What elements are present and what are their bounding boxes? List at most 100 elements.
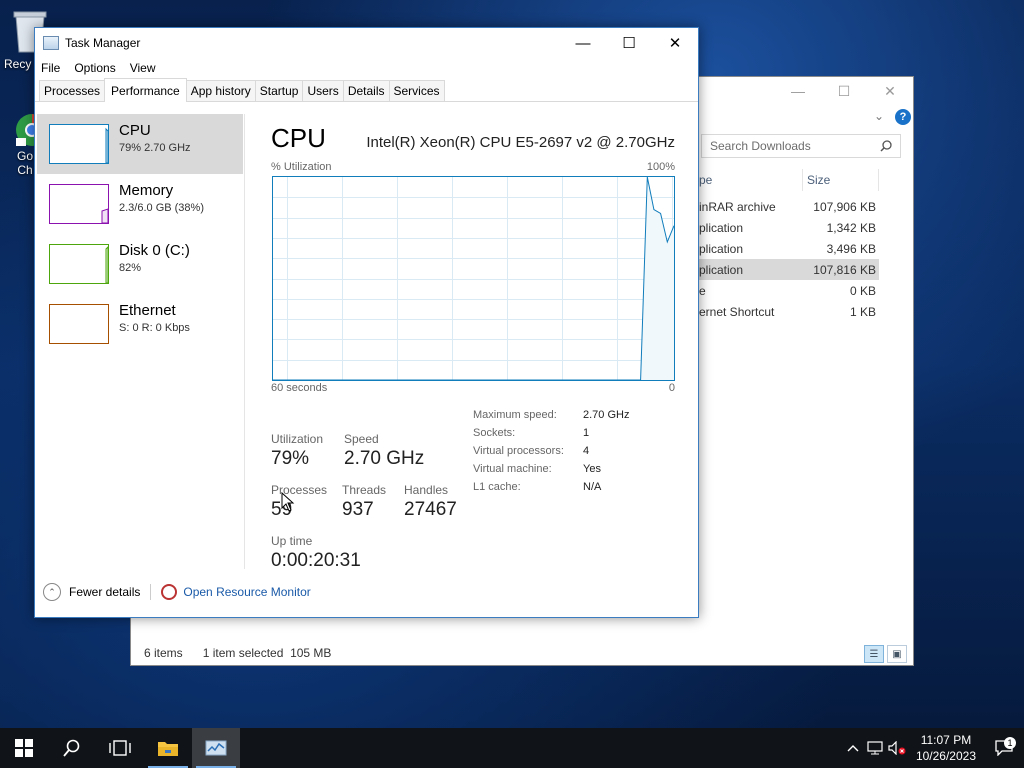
chevron-up-icon[interactable]: ⌃ (43, 583, 61, 601)
taskbar: 11:07 PM 10/26/2023 1 (0, 728, 1024, 768)
chevron-up-icon[interactable] (842, 744, 864, 752)
search-button[interactable] (48, 728, 96, 768)
volume-muted-icon[interactable] (886, 741, 908, 755)
file-row[interactable]: e 0 KB (699, 280, 879, 301)
memory-thumbnail (49, 184, 109, 224)
spec-key: L1 cache: (473, 481, 521, 493)
cpu-specs: Maximum speed: 2.70 GHz Sockets: 1 Virtual… (473, 406, 629, 496)
resource-list: CPU 79% 2.70 GHz Memory 2.3/6.0 GB (38%)… (35, 114, 245, 569)
stat-label: Threads (342, 483, 387, 497)
task-manager-window[interactable]: Task Manager — ☐ ✕ File Options View Pro… (34, 27, 699, 618)
open-resource-monitor-link[interactable]: Open Resource Monitor (183, 585, 310, 599)
stat-handles: Handles 27467 (404, 483, 457, 521)
column-headers: pe Size (699, 169, 879, 191)
start-button[interactable] (0, 728, 48, 768)
minimize-icon[interactable]: — (775, 77, 821, 105)
close-icon[interactable]: ✕ (652, 28, 698, 58)
clock[interactable]: 11:07 PM 10/26/2023 (916, 732, 976, 764)
details-view-icon[interactable]: ☰ (864, 645, 884, 663)
spec-row: Virtual machine: Yes (473, 460, 629, 478)
stat-label: Up time (271, 534, 313, 548)
file-size: 0 KB (849, 283, 876, 298)
tab-processes[interactable]: Processes (39, 80, 106, 101)
stat-value: 59 (271, 499, 293, 520)
cpu-detail-panel: CPU Intel(R) Xeon(R) CPU E5-2697 v2 @ 2.… (271, 114, 691, 571)
file-row[interactable]: inRAR archive 107,906 KB (699, 196, 879, 217)
cpu-graph-svg (273, 177, 674, 380)
resource-name: Disk 0 (C:) (119, 242, 190, 259)
task-view-icon (109, 740, 131, 756)
resource-disk[interactable]: Disk 0 (C:) 82% (37, 234, 243, 294)
stat-label: Handles (404, 483, 449, 497)
window-title: Task Manager (65, 36, 141, 50)
file-row[interactable]: ernet Shortcut 1 KB (699, 301, 879, 322)
search-icon (880, 140, 892, 152)
explorer-status-bar: 6 items 1 item selected 105 MB (131, 641, 913, 665)
task-manager-taskbar-button[interactable] (192, 728, 240, 768)
cpu-utilization-graph (272, 176, 675, 381)
tab-users[interactable]: Users (302, 80, 344, 101)
file-type: plication (699, 220, 744, 235)
tab-details[interactable]: Details (342, 80, 390, 101)
fewer-details-button[interactable]: Fewer details (69, 585, 140, 599)
menu-view[interactable]: View (130, 61, 156, 75)
minimize-icon[interactable]: — (560, 28, 606, 58)
search-input[interactable]: Search Downloads (701, 134, 901, 158)
file-type: plication (699, 262, 744, 277)
file-row[interactable]: plication 3,496 KB (699, 238, 879, 259)
spec-key: Maximum speed: (473, 409, 557, 421)
stat-value: 79% (271, 448, 310, 469)
menu-bar: File Options View (35, 58, 698, 78)
notification-count-badge: 1 (1004, 737, 1016, 749)
column-size[interactable]: Size (803, 169, 879, 191)
spec-value: 1 (583, 427, 590, 439)
file-row-selected[interactable]: plication 107,816 KB (699, 259, 879, 280)
resource-detail: 82% (119, 262, 142, 274)
tab-services[interactable]: Services (388, 80, 445, 101)
network-icon[interactable] (864, 741, 886, 755)
resource-name: Ethernet (119, 302, 176, 319)
spec-row: Maximum speed: 2.70 GHz (473, 406, 629, 424)
spec-value: 4 (583, 445, 590, 457)
help-icon[interactable]: ? (895, 109, 911, 125)
mouse-cursor-icon (281, 492, 295, 512)
column-type[interactable]: pe (699, 169, 803, 191)
file-size: 1,342 KB (826, 220, 876, 235)
file-explorer-taskbar-button[interactable] (144, 728, 192, 768)
maximize-icon[interactable]: ☐ (821, 77, 867, 105)
large-icons-view-icon[interactable]: ▣ (887, 645, 907, 663)
file-row[interactable]: plication 1,342 KB (699, 217, 879, 238)
graph-max-label: 100% (646, 161, 675, 173)
tab-startup[interactable]: Startup (254, 80, 304, 101)
search-icon (63, 739, 80, 757)
file-size: 107,816 KB (813, 262, 876, 277)
resource-memory[interactable]: Memory 2.3/6.0 GB (38%) (37, 174, 243, 234)
spec-key: Virtual processors: (473, 445, 564, 457)
tab-app-history[interactable]: App history (185, 80, 256, 101)
resource-ethernet[interactable]: Ethernet S: 0 R: 0 Kbps (37, 294, 243, 354)
footer-bar: ⌃ Fewer details Open Resource Monitor (35, 567, 698, 617)
chevron-down-icon[interactable]: ⌄ (874, 109, 884, 123)
task-view-button[interactable] (96, 728, 144, 768)
title-bar[interactable]: Task Manager — ☐ ✕ (35, 28, 698, 58)
resource-cpu[interactable]: CPU 79% 2.70 GHz (37, 114, 243, 174)
menu-file[interactable]: File (41, 61, 60, 75)
file-type: plication (699, 241, 744, 256)
menu-options[interactable]: Options (74, 61, 115, 75)
search-placeholder: Search Downloads (710, 139, 811, 153)
stat-threads: Threads 937 (342, 483, 386, 521)
graph-x-end: 0 (668, 382, 675, 394)
stat-label: Processes (271, 483, 328, 497)
resource-name: Memory (119, 182, 174, 199)
tab-performance[interactable]: Performance (104, 78, 187, 102)
maximize-icon[interactable]: ☐ (606, 28, 652, 58)
action-center-icon[interactable]: 1 (984, 737, 1024, 756)
folder-icon (158, 742, 178, 756)
spec-row: L1 cache: N/A (473, 478, 629, 496)
divider (150, 584, 152, 600)
stat-label: Speed (344, 432, 379, 446)
cpu-model: Intel(R) Xeon(R) CPU E5-2697 v2 @ 2.70GH… (366, 134, 675, 151)
resource-detail: S: 0 R: 0 Kbps (119, 322, 190, 334)
close-icon[interactable]: ✕ (867, 77, 913, 105)
resource-monitor-icon (161, 584, 178, 600)
